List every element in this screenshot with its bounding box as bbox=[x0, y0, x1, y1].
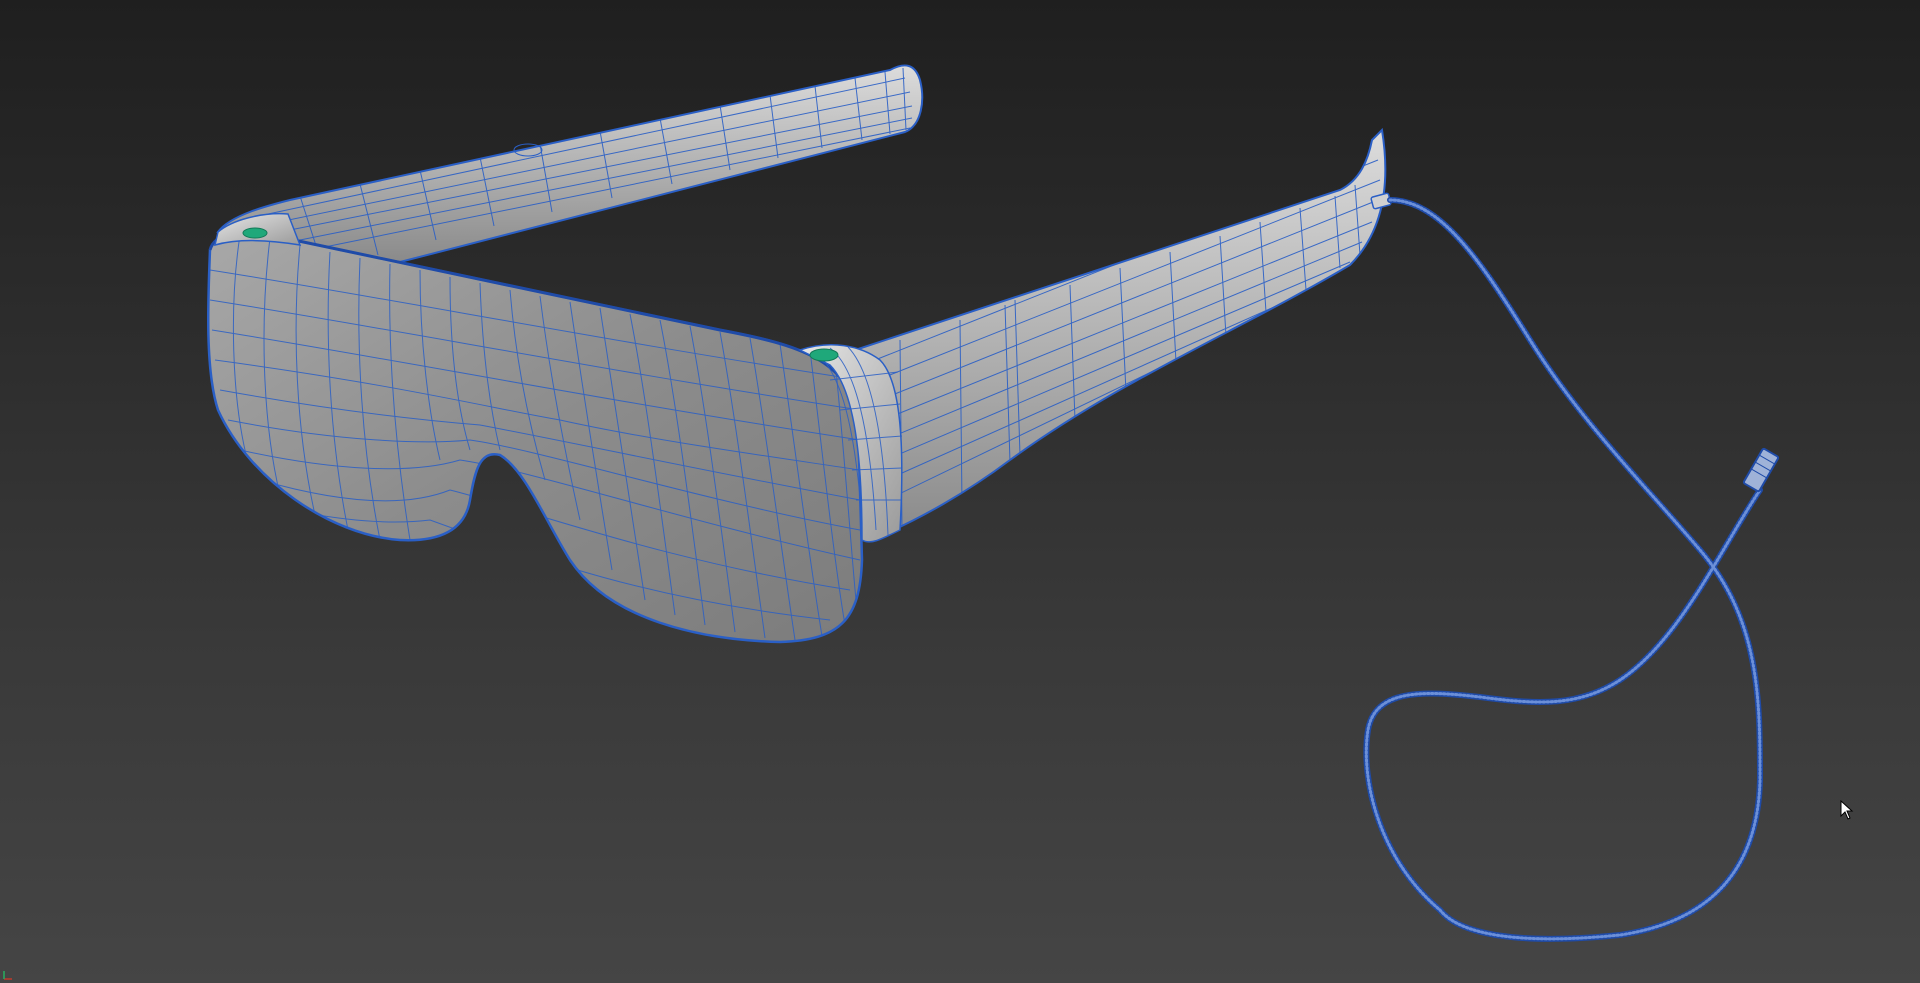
right-button bbox=[809, 348, 839, 362]
left-button bbox=[242, 227, 268, 239]
front-visor[interactable] bbox=[206, 231, 864, 644]
3d-viewport[interactable] bbox=[0, 0, 1920, 983]
right-temple-arm[interactable] bbox=[838, 127, 1392, 542]
left-temple-arm[interactable] bbox=[216, 64, 924, 264]
viewport-scene[interactable] bbox=[0, 0, 1920, 983]
axis-gizmo-icon bbox=[3, 971, 12, 980]
cable-connector[interactable] bbox=[1742, 447, 1780, 493]
mouse-pointer-icon bbox=[1840, 800, 1854, 820]
usb-cable[interactable] bbox=[1363, 197, 1764, 942]
